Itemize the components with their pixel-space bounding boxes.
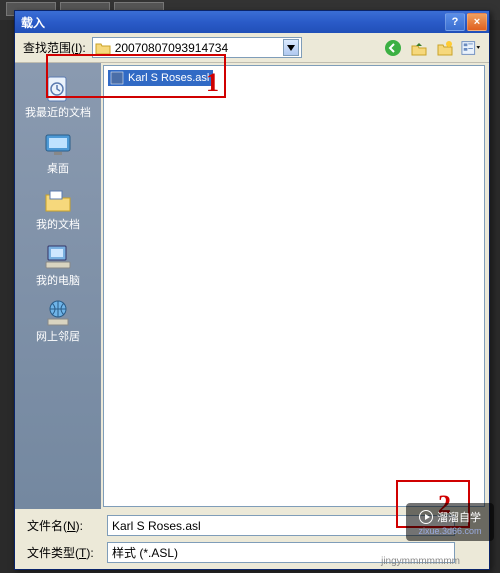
place-label: 我最近的文档: [25, 107, 91, 119]
place-label: 网上邻居: [36, 331, 80, 343]
close-button[interactable]: ×: [467, 13, 487, 31]
place-desktop[interactable]: 桌面: [19, 125, 97, 179]
network-icon: [42, 297, 74, 329]
places-bar: 我最近的文档 桌面 我的文档 我的电脑: [15, 63, 101, 509]
open-dialog: 载入 ? × 查找范围(I): 20070807093914734: [14, 10, 490, 570]
place-label: 我的文档: [36, 219, 80, 231]
mycomputer-icon: [42, 241, 74, 273]
folder-icon: [95, 41, 111, 55]
toolbar-nav: [383, 38, 481, 58]
place-network[interactable]: 网上邻居: [19, 293, 97, 347]
help-button[interactable]: ?: [445, 13, 465, 31]
filename-label: 文件名(N):: [27, 517, 99, 534]
back-button[interactable]: [383, 38, 403, 58]
lookin-label: 查找范围(I):: [23, 39, 86, 56]
asl-file-icon: [110, 71, 124, 85]
desktop-icon: [42, 129, 74, 161]
new-folder-button[interactable]: [435, 38, 455, 58]
filetype-value: 样式 (*.ASL): [112, 544, 178, 561]
lookin-folder-name: 20070807093914734: [115, 41, 283, 55]
place-label: 我的电脑: [36, 275, 80, 287]
filename-input[interactable]: Karl S Roses.asl: [107, 515, 455, 536]
dialog-body: 我最近的文档 桌面 我的文档 我的电脑: [15, 63, 489, 509]
up-one-level-button[interactable]: [409, 38, 429, 58]
filename-value: Karl S Roses.asl: [112, 519, 201, 533]
titlebar[interactable]: 载入 ? ×: [15, 11, 489, 33]
place-mydocs[interactable]: 我的文档: [19, 181, 97, 235]
chevron-down-icon[interactable]: [283, 39, 299, 56]
footer-text: jingymmmmmmm: [381, 556, 460, 567]
filetype-label: 文件类型(T):: [27, 544, 99, 561]
dialog-title: 载入: [21, 14, 443, 31]
place-mycomputer[interactable]: 我的电脑: [19, 237, 97, 291]
view-menu-button[interactable]: [461, 38, 481, 58]
toolbar: 查找范围(I): 20070807093914734: [15, 33, 489, 63]
file-item-selected[interactable]: Karl S Roses.asl: [108, 70, 213, 86]
mydocs-icon: [42, 185, 74, 217]
lookin-dropdown[interactable]: 20070807093914734: [92, 37, 302, 58]
filename-row: 文件名(N): Karl S Roses.asl: [27, 515, 483, 536]
place-label: 桌面: [47, 163, 69, 175]
recent-docs-icon: [42, 73, 74, 105]
place-recent[interactable]: 我最近的文档: [19, 69, 97, 123]
file-list[interactable]: Karl S Roses.asl: [103, 65, 485, 507]
file-item-name: Karl S Roses.asl: [128, 72, 209, 84]
